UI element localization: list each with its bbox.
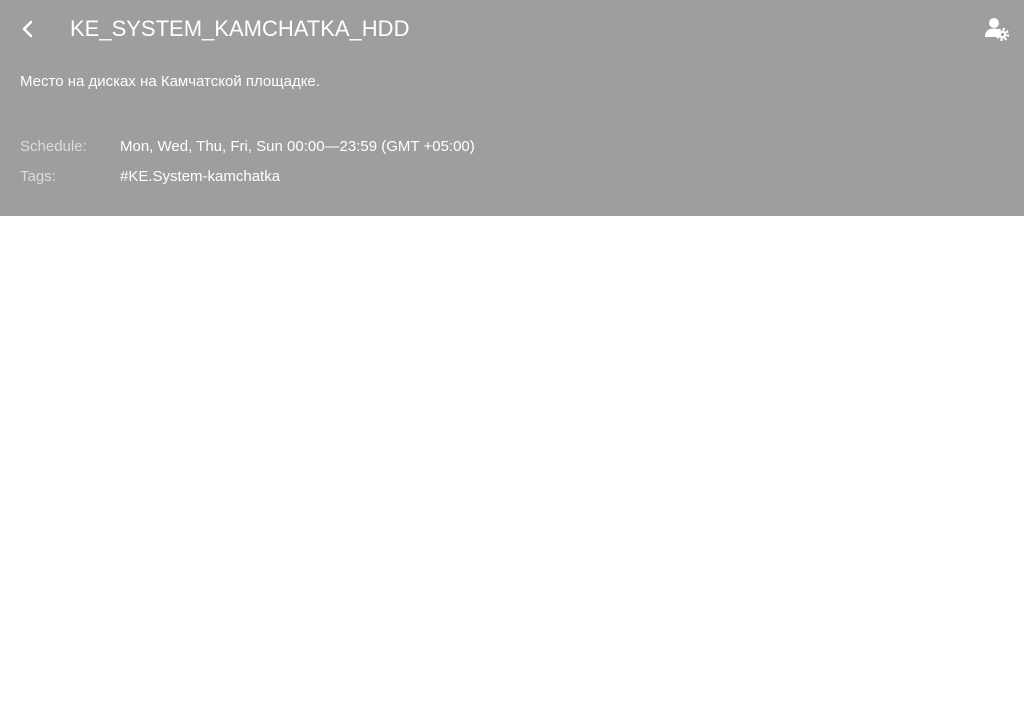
tag-link[interactable]: #KE.System-kamchatka xyxy=(120,166,280,188)
trigger-description: Место на дисках на Камчатской площадке. xyxy=(20,73,320,90)
back-button[interactable] xyxy=(14,14,42,44)
user-gear-icon xyxy=(985,18,1010,42)
trigger-header: KE_SYSTEM_KAMCHATKA_HDD Место на дисках … xyxy=(0,0,1024,216)
schedule-label: Schedule: xyxy=(20,138,87,155)
tags-label: Tags: xyxy=(20,168,56,185)
user-settings-button[interactable] xyxy=(982,14,1012,44)
page-title: KE_SYSTEM_KAMCHATKA_HDD xyxy=(70,16,410,41)
schedule-value: Mon, Wed, Thu, Fri, Sun 00:00—23:59 (GMT… xyxy=(120,138,475,155)
chevron-left-icon xyxy=(22,20,33,38)
main-content-area xyxy=(0,216,1024,720)
